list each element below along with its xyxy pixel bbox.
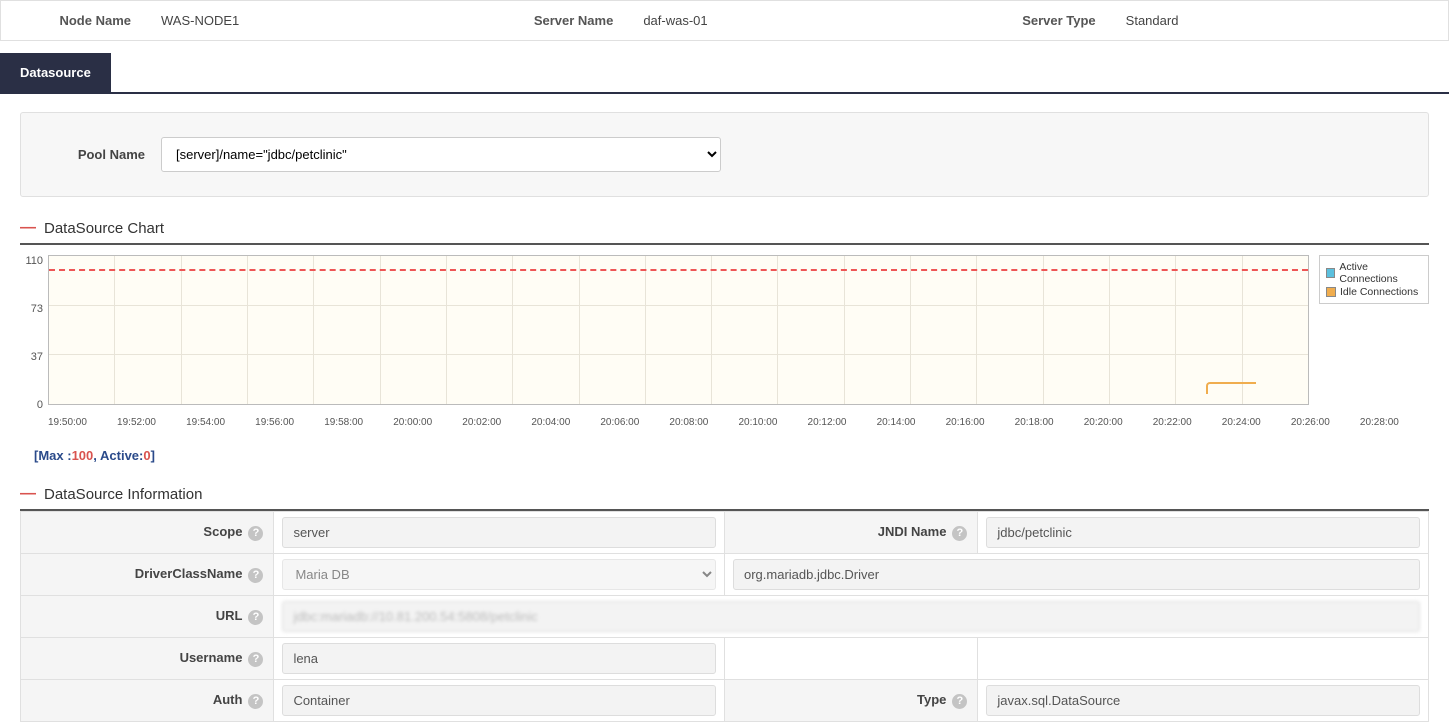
url-label: URL	[216, 608, 243, 623]
jndi-input[interactable]	[986, 517, 1420, 548]
type-label: Type	[917, 692, 946, 707]
help-icon[interactable]: ?	[248, 652, 263, 667]
scope-input[interactable]	[282, 517, 716, 548]
ytick: 37	[31, 351, 43, 363]
auth-input[interactable]	[282, 685, 716, 716]
username-input[interactable]	[282, 643, 716, 674]
pool-name-label: Pool Name	[51, 147, 161, 162]
ytick: 110	[25, 255, 43, 267]
legend-swatch-idle	[1326, 287, 1336, 297]
driver-class-input[interactable]	[733, 559, 1420, 590]
driver-select[interactable]: Maria DB	[282, 559, 716, 590]
dash-icon: —	[20, 485, 36, 503]
legend-swatch-active	[1326, 268, 1335, 278]
chart-plot	[48, 255, 1309, 405]
pool-name-select[interactable]: [server]/name="jdbc/petclinic"	[161, 137, 721, 172]
server-type-value: Standard	[1116, 1, 1448, 40]
chart-y-axis: 110 73 37 0	[20, 255, 48, 411]
help-icon[interactable]: ?	[952, 526, 967, 541]
tab-bar: Datasource	[0, 53, 1449, 94]
driver-label: DriverClassName	[135, 566, 243, 581]
scope-label: Scope	[203, 524, 242, 539]
help-icon[interactable]: ?	[248, 694, 263, 709]
legend-label: Idle Connections	[1340, 286, 1418, 298]
node-name-label: Node Name	[1, 1, 151, 40]
chart-legend: Active Connections Idle Connections	[1319, 255, 1429, 304]
user-label: Username	[180, 650, 243, 665]
pool-panel: Pool Name [server]/name="jdbc/petclinic"	[20, 112, 1429, 197]
threshold-line	[49, 269, 1308, 271]
auth-label: Auth	[213, 692, 243, 707]
help-icon[interactable]: ?	[248, 610, 263, 625]
chart-wrap: 110 73 37 0 Active Connections Idle Conn…	[20, 255, 1429, 411]
chart-section-title: DataSource Chart	[44, 220, 164, 237]
idle-series-line	[1206, 382, 1256, 394]
help-icon[interactable]: ?	[248, 568, 263, 583]
chart-summary: [Max :100, Active:0]	[34, 448, 1429, 463]
jndi-label: JNDI Name	[878, 524, 947, 539]
header-bar: Node Name WAS-NODE1 Server Name daf-was-…	[0, 0, 1449, 41]
help-icon[interactable]: ?	[952, 694, 967, 709]
ytick: 73	[31, 303, 43, 315]
server-name-label: Server Name	[483, 1, 633, 40]
info-section: — DataSource Information Scope? JNDI Nam…	[20, 485, 1429, 722]
server-name-value: daf-was-01	[633, 1, 965, 40]
type-input[interactable]	[986, 685, 1420, 716]
info-table: Scope? JNDI Name? DriverClassName? Maria…	[20, 511, 1429, 722]
tab-datasource[interactable]: Datasource	[0, 53, 111, 92]
server-type-label: Server Type	[966, 1, 1116, 40]
dash-icon: —	[20, 219, 36, 237]
chart-section: — DataSource Chart 110 73 37 0 Active Co…	[20, 219, 1429, 463]
url-input[interactable]	[282, 601, 1420, 632]
node-name-value: WAS-NODE1	[151, 1, 483, 40]
chart-x-axis: 19:50:00 19:52:00 19:54:00 19:56:00 19:5…	[48, 417, 1429, 428]
help-icon[interactable]: ?	[248, 526, 263, 541]
legend-label: Active Connections	[1339, 261, 1422, 285]
ytick: 0	[37, 399, 43, 411]
info-section-title: DataSource Information	[44, 486, 202, 503]
